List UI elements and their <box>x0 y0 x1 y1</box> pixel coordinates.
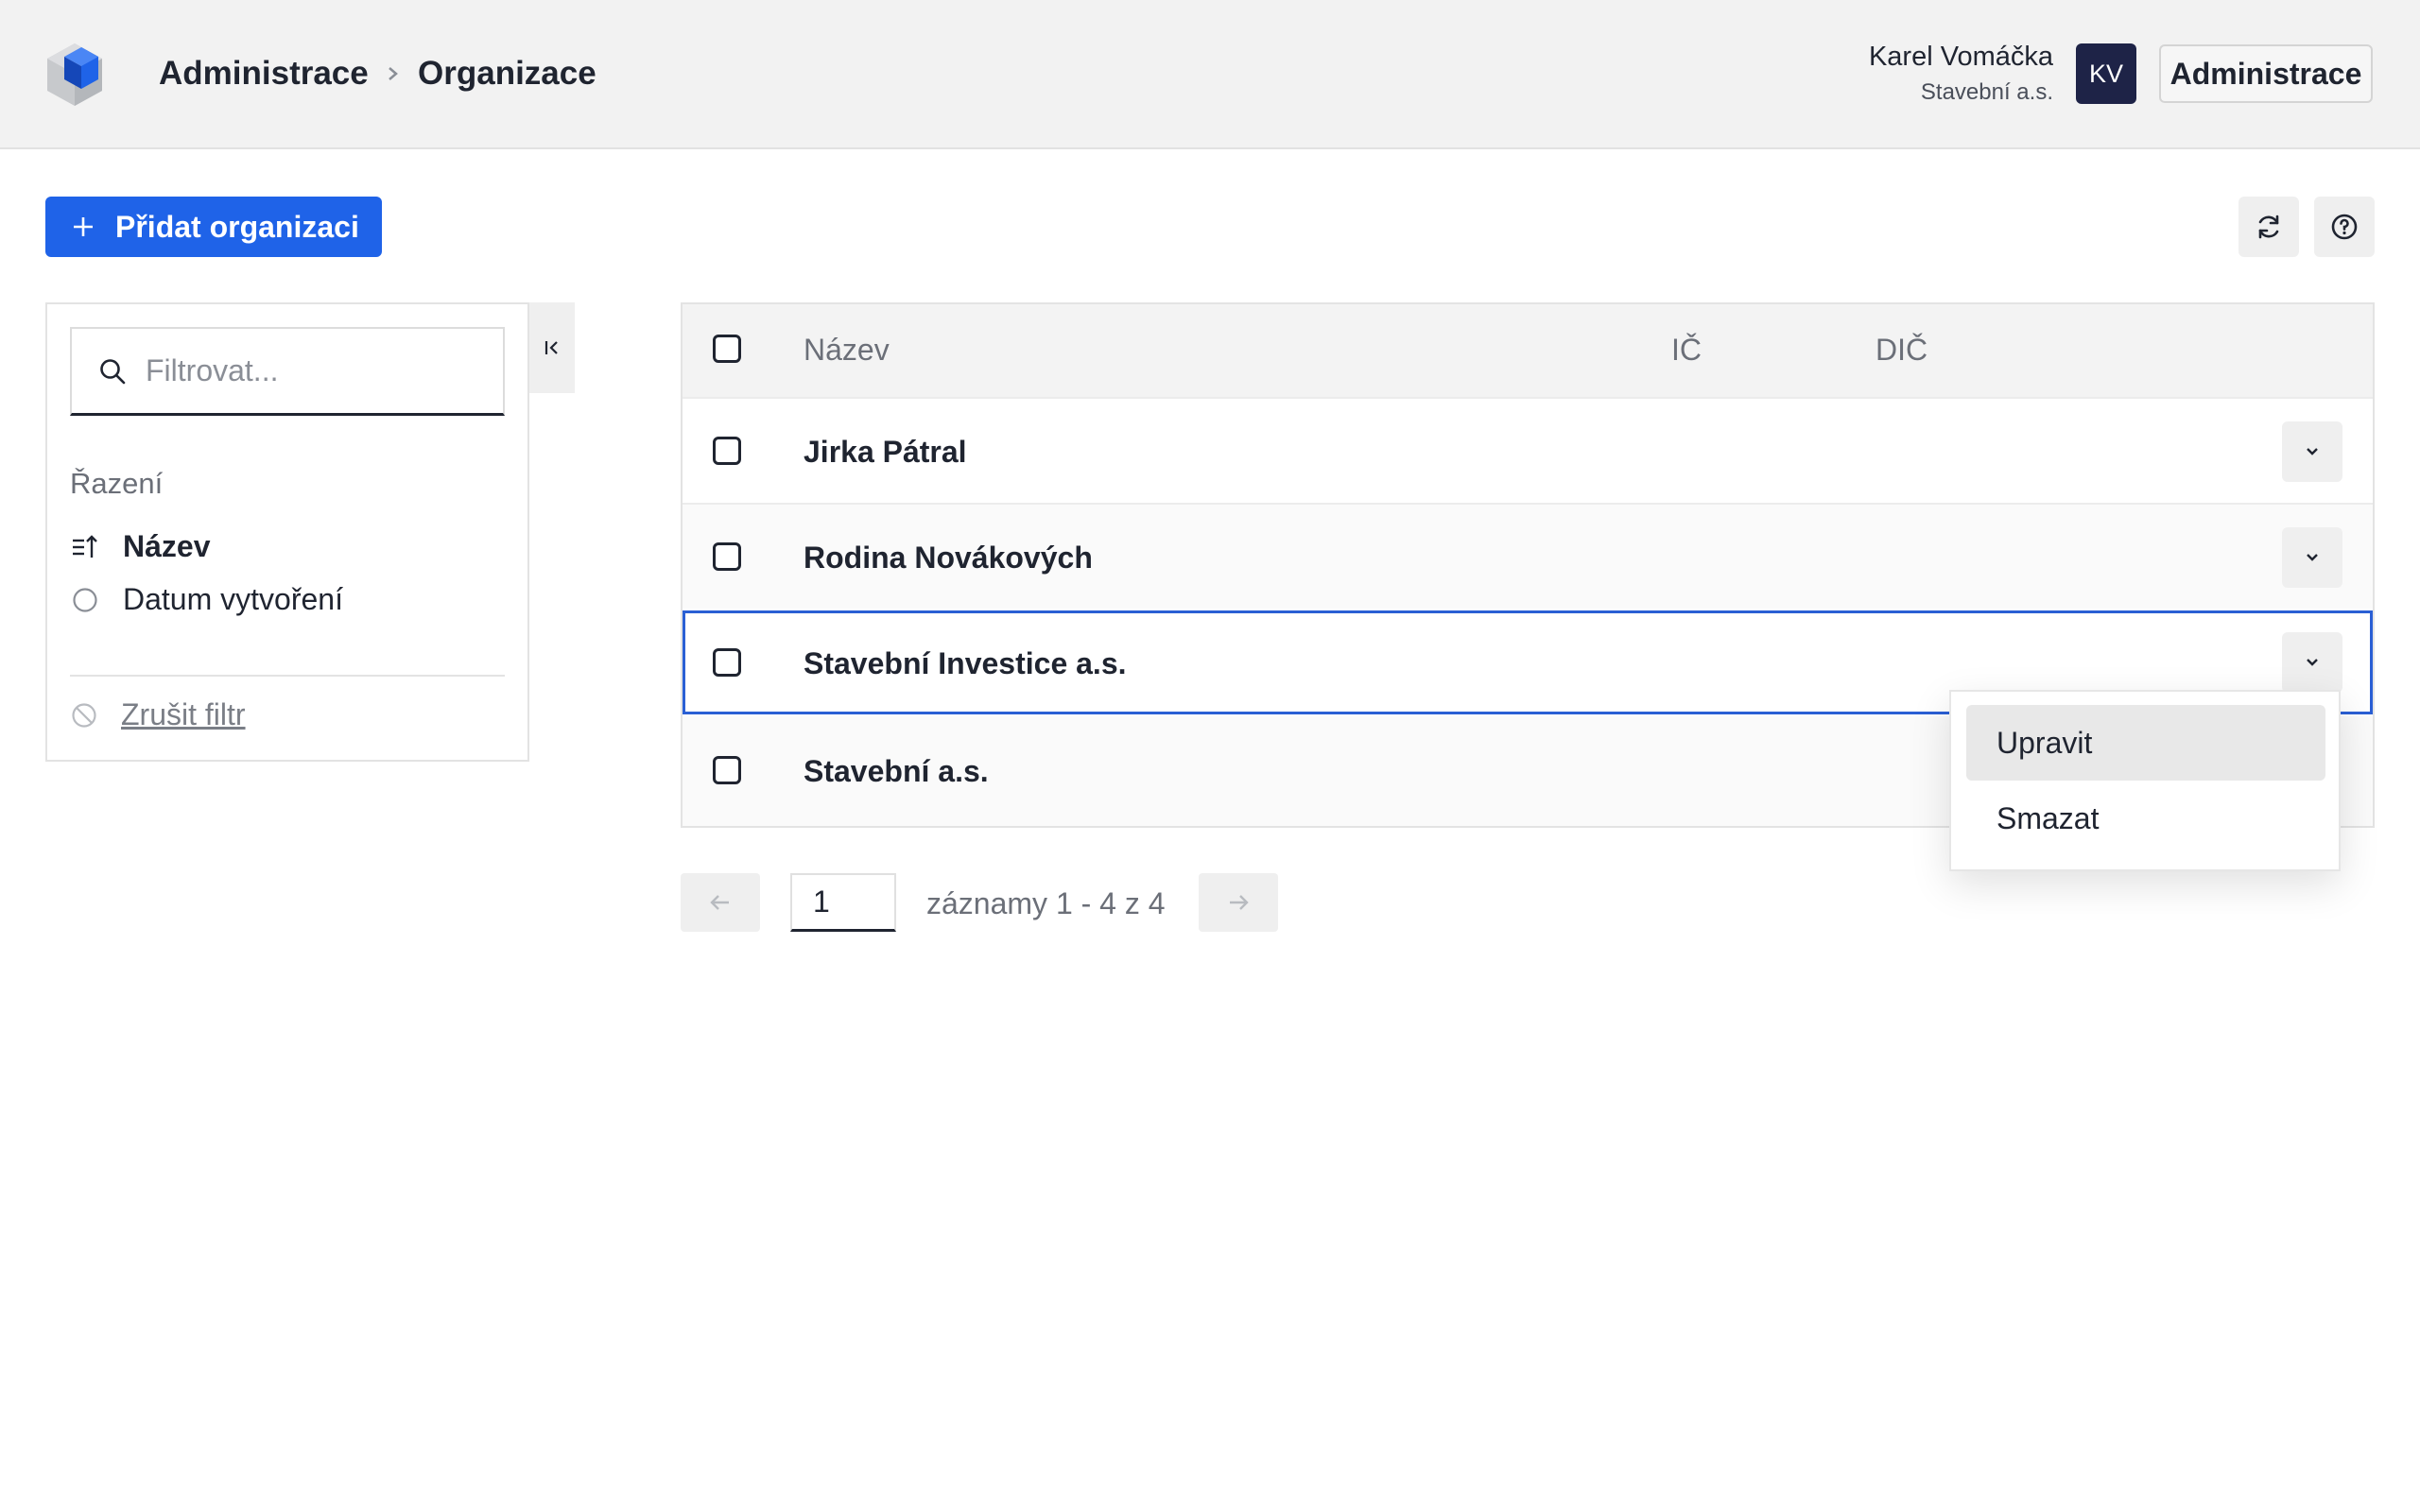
app-logo-icon[interactable] <box>43 42 106 108</box>
cancel-icon <box>72 702 96 728</box>
chevron-down-icon <box>2307 554 2318 561</box>
search-icon <box>100 358 126 384</box>
row-checkbox[interactable] <box>713 542 741 571</box>
user-name: Karel Vomáčka <box>1868 42 2053 72</box>
select-all-checkbox[interactable] <box>713 335 741 363</box>
row-name: Stavební a.s. <box>804 754 989 788</box>
sort-option-datum[interactable]: Datum vytvoření <box>70 582 343 617</box>
row-checkbox[interactable] <box>713 756 741 784</box>
refresh-button[interactable] <box>2238 197 2299 257</box>
next-page-button[interactable] <box>1199 873 1278 932</box>
filter-search-input[interactable] <box>144 352 488 389</box>
help-button[interactable] <box>2314 197 2375 257</box>
row-checkbox[interactable] <box>713 648 741 677</box>
filter-search-field[interactable] <box>70 327 505 416</box>
sort-option-label: Datum vytvoření <box>123 582 343 616</box>
column-header-dic[interactable]: DIČ <box>1876 333 1927 368</box>
radio-icon <box>70 585 100 615</box>
column-header-ic[interactable]: IČ <box>1671 333 1702 368</box>
menu-item-edit[interactable]: Upravit <box>1966 705 2325 781</box>
menu-item-delete[interactable]: Smazat <box>1966 781 2325 856</box>
sort-option-label: Název <box>123 529 211 563</box>
refresh-icon <box>2258 215 2279 239</box>
administrace-button[interactable]: Administrace <box>2159 44 2373 103</box>
page-number-input[interactable] <box>790 873 896 932</box>
add-organization-label: Přidat organizaci <box>115 209 359 244</box>
divider <box>70 675 505 677</box>
previous-page-button[interactable] <box>681 873 760 932</box>
chevron-down-icon <box>2307 659 2318 666</box>
breadcrumb-administrace[interactable]: Administrace <box>159 53 369 94</box>
arrow-left-icon <box>710 895 729 910</box>
collapse-left-icon <box>544 341 558 354</box>
arrow-right-icon <box>1230 895 1249 910</box>
table-row[interactable]: Jirka Pátral <box>683 397 2373 503</box>
chevron-right-icon <box>389 67 398 80</box>
sort-option-nazev[interactable]: Název <box>70 529 211 564</box>
sort-title: Řazení <box>70 467 164 500</box>
user-organization: Stavební a.s. <box>1920 79 2053 105</box>
collapse-sidebar-button[interactable] <box>529 302 575 393</box>
breadcrumb-organizace: Organizace <box>418 55 596 92</box>
column-header-nazev[interactable]: Název <box>804 333 890 368</box>
clear-filter-label: Zrušit filtr <box>121 697 246 731</box>
add-organization-button[interactable]: Přidat organizaci <box>45 197 382 257</box>
filter-sidebar: Řazení Název Datum vytvoření Zrušit filt… <box>45 302 529 762</box>
avatar[interactable]: KV <box>2076 43 2136 104</box>
help-icon <box>2331 214 2358 240</box>
app-header: Administrace Organizace Karel Vomáčka St… <box>0 0 2420 149</box>
row-actions-button[interactable] <box>2282 632 2342 693</box>
pagination-info: záznamy 1 - 4 z 4 <box>926 886 1166 920</box>
row-checkbox[interactable] <box>713 437 741 465</box>
plus-icon <box>74 217 93 236</box>
table-header: Název IČ DIČ <box>683 304 2373 397</box>
row-name: Jirka Pátral <box>804 435 967 469</box>
chevron-down-icon <box>2307 448 2318 455</box>
table-row[interactable]: Rodina Novákových <box>683 503 2373 609</box>
row-name: Stavební Investice a.s. <box>804 646 1127 680</box>
row-name: Rodina Novákových <box>804 541 1093 575</box>
row-actions-button[interactable] <box>2282 421 2342 482</box>
sort-ascending-icon <box>70 532 100 562</box>
clear-filter-link[interactable]: Zrušit filtr <box>70 697 246 732</box>
row-actions-menu: Upravit Smazat <box>1949 690 2341 871</box>
row-actions-button[interactable] <box>2282 527 2342 588</box>
